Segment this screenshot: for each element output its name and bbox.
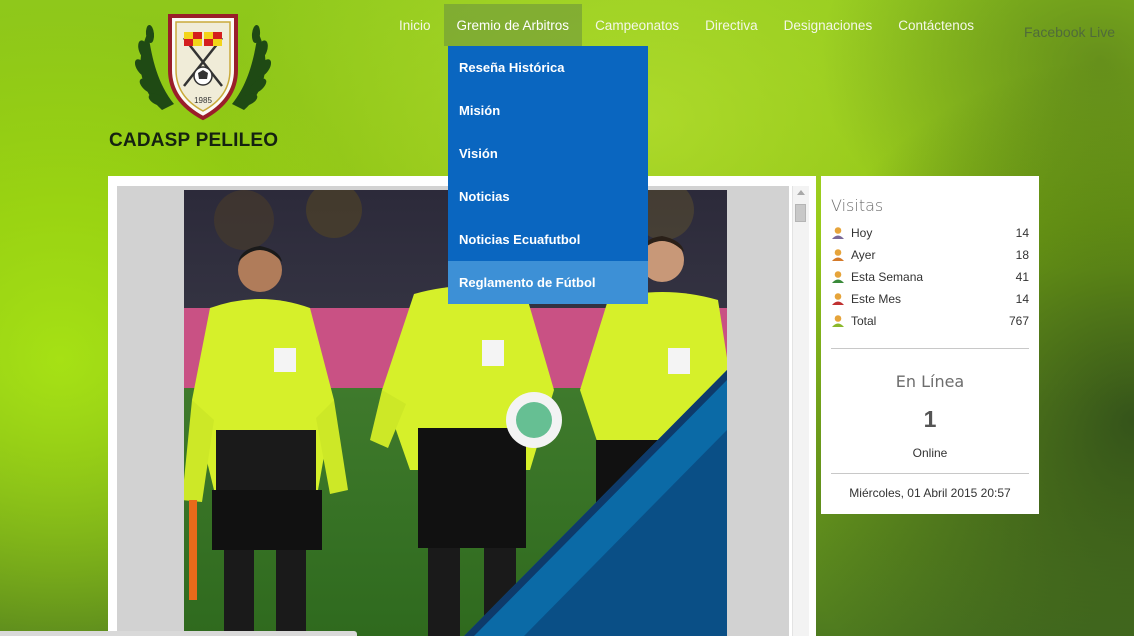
online-label: Online bbox=[912, 446, 948, 460]
laurel-crest-icon: 1985 bbox=[134, 14, 272, 121]
divider bbox=[831, 348, 1029, 349]
visits-widget: Visitas Hoy 14 Ayer 18 Esta Semana 41 Es… bbox=[821, 176, 1039, 514]
menu-item-resena-historica[interactable]: Reseña Histórica bbox=[448, 46, 648, 89]
content-scrollbar[interactable] bbox=[792, 186, 809, 636]
nav-item-campeonatos[interactable]: Campeonatos bbox=[582, 4, 692, 46]
user-icon bbox=[832, 271, 844, 283]
visit-value: 18 bbox=[1015, 248, 1029, 262]
site-title[interactable]: CADASP PELILEO bbox=[109, 130, 278, 152]
visit-value: 767 bbox=[1008, 314, 1029, 328]
user-icon bbox=[832, 315, 844, 327]
visit-row-hoy: Hoy 14 bbox=[831, 224, 1029, 242]
nav-item-contactenos[interactable]: Contáctenos bbox=[885, 4, 987, 46]
site-logo[interactable]: 1985 bbox=[132, 10, 274, 128]
scroll-up-arrow-icon[interactable] bbox=[797, 190, 805, 195]
horizontal-scrollbar[interactable] bbox=[0, 631, 357, 636]
visit-row-total: Total 767 bbox=[831, 312, 1029, 330]
visit-label: Este Mes bbox=[851, 292, 902, 306]
menu-item-noticias[interactable]: Noticias bbox=[448, 175, 648, 218]
visit-label: Esta Semana bbox=[851, 270, 924, 284]
menu-item-mision[interactable]: Misión bbox=[448, 89, 648, 132]
online-title: En Línea bbox=[895, 372, 965, 391]
facebook-live-link[interactable]: Facebook Live bbox=[1024, 24, 1115, 40]
menu-item-reglamento-de-futbol[interactable]: Reglamento de Fútbol bbox=[448, 261, 648, 304]
user-icon bbox=[832, 227, 844, 239]
scrollbar-thumb[interactable] bbox=[795, 204, 806, 222]
visit-row-esta-semana: Esta Semana 41 bbox=[831, 268, 1029, 286]
visit-value: 41 bbox=[1015, 270, 1029, 284]
visit-label: Total bbox=[851, 314, 877, 328]
logo-year: 1985 bbox=[194, 96, 212, 105]
nav-item-directiva[interactable]: Directiva bbox=[692, 4, 771, 46]
visit-row-ayer: Ayer 18 bbox=[831, 246, 1029, 264]
main-nav: Inicio Gremio de Arbitros Campeonatos Di… bbox=[387, 4, 987, 46]
visits-title: Visitas bbox=[831, 196, 884, 215]
visit-value: 14 bbox=[1015, 292, 1029, 306]
nav-item-designaciones[interactable]: Designaciones bbox=[771, 4, 886, 46]
online-count: 1 bbox=[923, 406, 937, 432]
menu-item-vision[interactable]: Visión bbox=[448, 132, 648, 175]
nav-item-gremio-de-arbitros[interactable]: Gremio de Arbitros bbox=[443, 4, 583, 46]
visit-label: Hoy bbox=[851, 226, 873, 240]
visit-label: Ayer bbox=[851, 248, 876, 262]
gremio-dropdown-menu: Reseña Histórica Misión Visión Noticias … bbox=[448, 46, 648, 304]
menu-item-noticias-ecuafutbol[interactable]: Noticias Ecuafutbol bbox=[448, 218, 648, 261]
user-icon bbox=[832, 249, 844, 261]
nav-item-inicio[interactable]: Inicio bbox=[387, 4, 444, 46]
current-datetime: Miércoles, 01 Abril 2015 20:57 bbox=[849, 486, 1011, 500]
visit-value: 14 bbox=[1015, 226, 1029, 240]
user-icon bbox=[832, 293, 844, 305]
divider bbox=[831, 473, 1029, 474]
visit-row-este-mes: Este Mes 14 bbox=[831, 290, 1029, 308]
